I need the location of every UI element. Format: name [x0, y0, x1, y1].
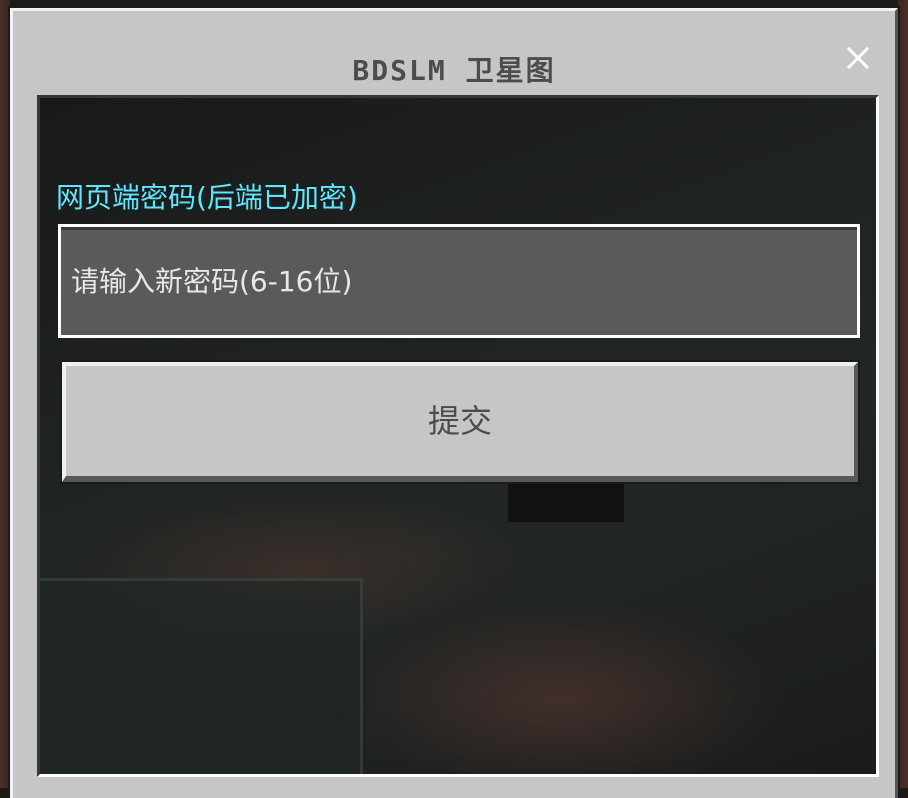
world-block [508, 482, 624, 522]
settings-dialog: BDSLM 卫星图 网页端密码(后端已加密) 提交 [10, 8, 898, 798]
password-input[interactable] [58, 224, 860, 338]
submit-button[interactable]: 提交 [62, 362, 858, 482]
form-panel: 网页端密码(后端已加密) 提交 [37, 95, 879, 777]
close-icon[interactable] [845, 45, 871, 71]
password-label: 网页端密码(后端已加密) [56, 181, 358, 214]
close-icon-glyph [846, 46, 870, 70]
dialog-title: BDSLM 卫星图 [352, 54, 556, 87]
